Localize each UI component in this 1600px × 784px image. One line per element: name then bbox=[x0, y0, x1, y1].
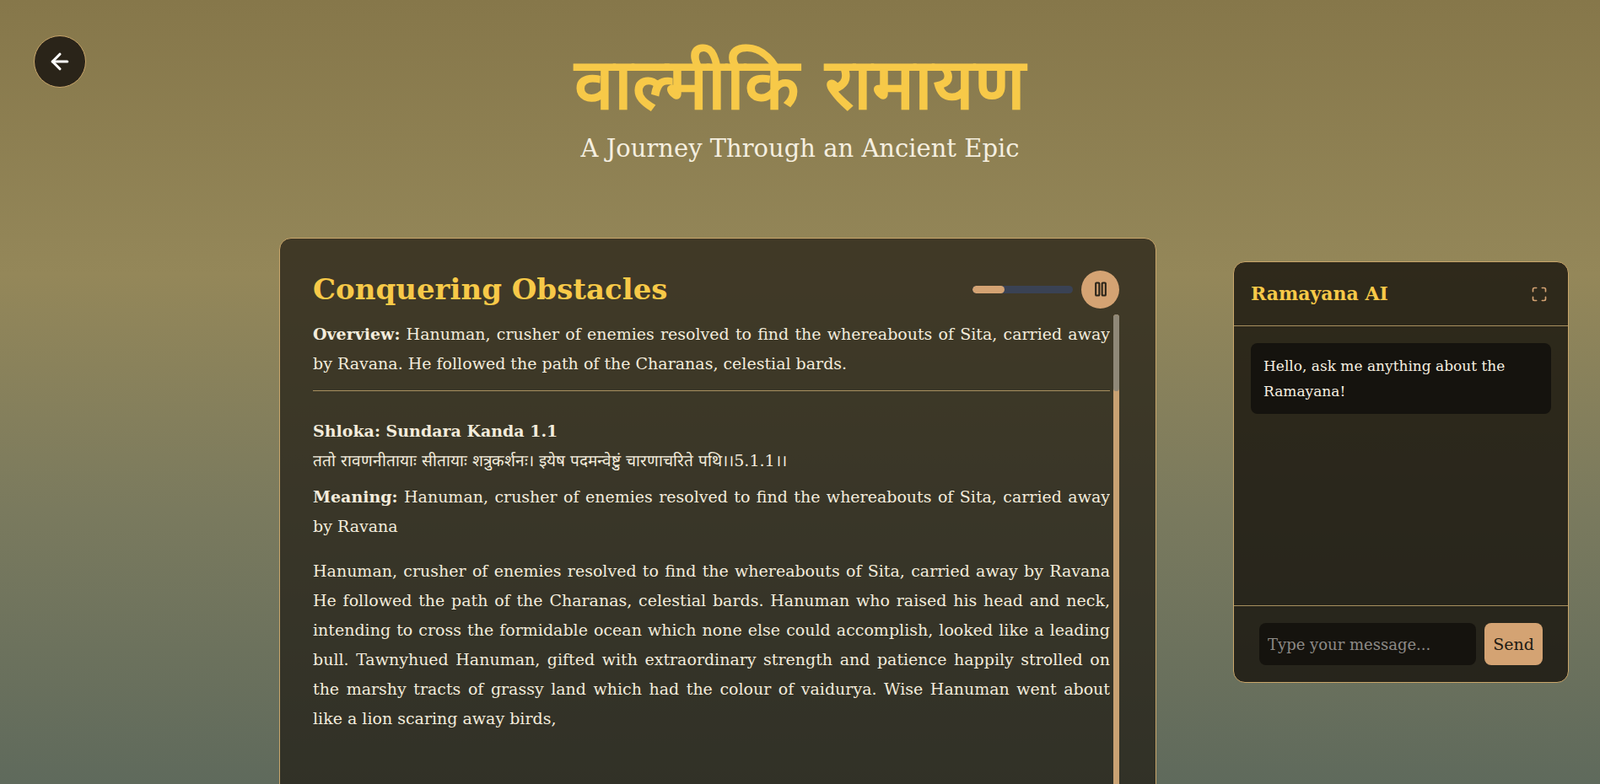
expand-icon bbox=[1530, 285, 1548, 303]
expand-button[interactable] bbox=[1527, 282, 1552, 307]
scrollbar-thumb[interactable] bbox=[1113, 314, 1120, 392]
play-pause-button[interactable] bbox=[1081, 270, 1120, 309]
chat-input[interactable] bbox=[1259, 623, 1477, 666]
back-button[interactable] bbox=[33, 35, 87, 88]
chapter-title: Conquering Obstacles bbox=[312, 269, 668, 310]
chat-panel: Ramayana AI Hello, ask me anything about … bbox=[1233, 261, 1569, 684]
overview: Overview: Hanuman, crusher of enemies re… bbox=[312, 314, 1110, 391]
chat-input-bar: Send bbox=[1233, 605, 1568, 683]
meaning-label: Meaning: bbox=[312, 487, 399, 507]
bot-message: Hello, ask me anything about the Ramayan… bbox=[1250, 343, 1552, 415]
audio-progress-fill bbox=[972, 285, 1005, 294]
chapter-header: Conquering Obstacles bbox=[312, 269, 1120, 310]
chat-title: Ramayana AI bbox=[1250, 280, 1389, 308]
divider bbox=[312, 390, 1110, 392]
chat-messages: Hello, ask me anything about the Ramayan… bbox=[1233, 326, 1568, 606]
page-title: वाल्मीकि रामायण bbox=[574, 40, 1025, 129]
meaning: Meaning: Hanuman, crusher of enemies res… bbox=[312, 482, 1110, 542]
overview-label: Overview: bbox=[312, 324, 400, 344]
chapter-card: Conquering ObstaclesOverview: Hanuman, c… bbox=[279, 237, 1157, 784]
audio-player bbox=[972, 270, 1120, 309]
shloka-text: ततो रावणनीतायाः सीतायाः शत्रुकर्शनः। इये… bbox=[312, 446, 1110, 476]
chapter-paragraph: Hanuman, crusher of enemies resolved to … bbox=[312, 556, 1110, 734]
chat-header: Ramayana AI bbox=[1233, 262, 1568, 327]
chapter-scroll[interactable]: Overview: Hanuman, crusher of enemies re… bbox=[312, 314, 1120, 784]
arrow-left-icon bbox=[47, 48, 73, 75]
page-header: वाल्मीकि रामायणA Journey Through an Anci… bbox=[0, 0, 1600, 166]
page: वाल्मीकि रामायणA Journey Through an Anci… bbox=[0, 0, 1600, 784]
audio-progress[interactable] bbox=[972, 285, 1073, 294]
send-button[interactable]: Send bbox=[1484, 623, 1543, 666]
chapter-content: Overview: Hanuman, crusher of enemies re… bbox=[312, 314, 1110, 784]
scrollbar[interactable] bbox=[1113, 314, 1120, 784]
main-row: Conquering ObstaclesOverview: Hanuman, c… bbox=[0, 237, 1600, 784]
page-subtitle: A Journey Through an Ancient Epic bbox=[581, 131, 1020, 166]
pause-icon bbox=[1092, 280, 1110, 298]
shloka-heading: Shloka: Sundara Kanda 1.1 bbox=[312, 416, 1110, 447]
